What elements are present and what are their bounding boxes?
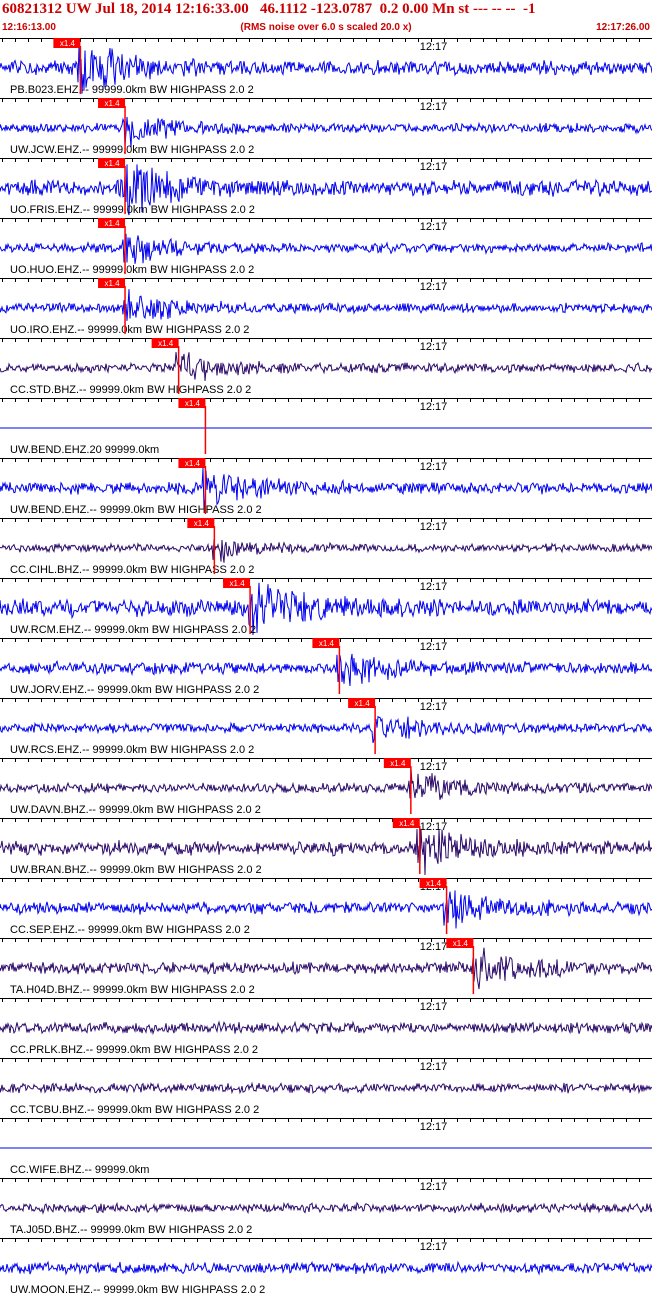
- pick-label: x1.4: [426, 879, 442, 888]
- trace-row: 12:17 CC.TCBU.BHZ.-- 99999.0km BW HIGHPAS…: [0, 1058, 652, 1116]
- pick-label: x1.4: [185, 459, 201, 468]
- trace-label: UW.MOON.EHZ.-- 99999.0km BW HIGHPASS 2.0…: [10, 1284, 265, 1296]
- waveform: [0, 116, 652, 148]
- waveform: [0, 352, 652, 381]
- time-mark-label: 12:17: [420, 461, 448, 473]
- time-mark-label: 12:17: [420, 401, 448, 413]
- end-time: 12:17:26.00: [596, 22, 650, 33]
- pick-label: x1.4: [390, 759, 406, 768]
- waveform: [0, 1081, 652, 1095]
- trace-row: 12:17 UW.BEND.EHZ.-- 99999.0km BW HIGHPAS…: [0, 458, 652, 516]
- pick-label: x1.4: [185, 399, 201, 408]
- pick-label: x1.4: [453, 939, 469, 948]
- time-mark-label: 12:17: [420, 641, 448, 653]
- pick-label: x1.4: [399, 819, 415, 828]
- plot-header: 60821312 UW Jul 18, 2014 12:16:33.00 46.…: [0, 0, 652, 38]
- pick-label: x1.4: [104, 279, 120, 288]
- trace-row: 12:17 CC.CIHL.BHZ.-- 99999.0km BW HIGHPAS…: [0, 518, 652, 576]
- trace-row: 12:17 UW.JCW.EHZ.-- 99999.0km BW HIGHPASS…: [0, 98, 652, 156]
- time-mark-label: 12:17: [420, 161, 448, 173]
- waveform: [0, 233, 652, 264]
- trace-label: UW.BEND.EHZ.-- 99999.0km BW HIGHPASS 2.0…: [10, 504, 262, 516]
- trace-row: 12:17 CC.STD.BHZ.-- 99999.0km BW HIGHPASS…: [0, 338, 652, 396]
- trace-label: UW.BRAN.BHZ.-- 99999.0km BW HIGHPASS 2.0…: [10, 864, 262, 876]
- waveform: [0, 1260, 652, 1276]
- trace-row: 12:17 CC.WIFE.BHZ.-- 99999.0km: [0, 1118, 652, 1176]
- waveform: [0, 1201, 652, 1215]
- waveform: [0, 653, 652, 687]
- pick-label: x1.4: [60, 39, 76, 48]
- time-mark-label: 12:17: [420, 101, 448, 113]
- trace-label: UW.JCW.EHZ.-- 99999.0km BW HIGHPASS 2.0 …: [10, 144, 254, 156]
- trace-row: 12:17 TA.J05D.BHZ.-- 99999.0km BW HIGHPAS…: [0, 1178, 652, 1236]
- trace-label: UW.DAVN.BHZ.-- 99999.0km BW HIGHPASS 2.0…: [10, 804, 261, 816]
- waveform: [0, 1020, 652, 1036]
- waveform: [0, 715, 652, 744]
- waveform: [0, 467, 652, 509]
- waveform: [0, 890, 652, 929]
- trace-row: 12:17 UO.HUO.EHZ.-- 99999.0km BW HIGHPASS…: [0, 218, 652, 276]
- trace-label: PB.B023.EHZ.-- 99999.0km BW HIGHPASS 2.0…: [10, 84, 254, 96]
- seismogram-panel: 12:17 PB.B023.EHZ.-- 99999.0km BW HIGHPAS…: [0, 38, 652, 1296]
- trace-label: CC.STD.BHZ.-- 99999.0km BW HIGHPASS 2.0 …: [10, 384, 251, 396]
- time-mark-label: 12:17: [420, 1241, 448, 1253]
- trace-row: 12:17 UW.DAVN.BHZ.-- 99999.0km BW HIGHPAS…: [0, 758, 652, 816]
- time-mark-label: 12:17: [420, 1181, 448, 1193]
- trace-label: CC.CIHL.BHZ.-- 99999.0km BW HIGHPASS 2.0…: [10, 564, 254, 576]
- trace-label: UO.FRIS.EHZ.-- 99999.0km BW HIGHPASS 2.0…: [10, 204, 255, 216]
- trace-row: 12:17 UO.FRIS.EHZ.-- 99999.0km BW HIGHPAS…: [0, 158, 652, 216]
- pick-label: x1.4: [104, 219, 120, 228]
- time-mark-label: 12:17: [420, 41, 448, 53]
- trace-label: CC.SEP.EHZ.-- 99999.0km BW HIGHPASS 2.0 …: [10, 924, 250, 936]
- time-mark-label: 12:17: [420, 761, 448, 773]
- trace-label: UW.RCM.EHZ.-- 99999.0km BW HIGHPASS 2.0 …: [10, 624, 256, 636]
- trace-row: 12:17 UW.BRAN.BHZ.-- 99999.0km BW HIGHPAS…: [0, 818, 652, 876]
- pick-label: x1.4: [230, 579, 246, 588]
- waveform: [0, 947, 652, 990]
- trace-label: UW.RCS.EHZ.-- 99999.0km BW HIGHPASS 2.0 …: [10, 744, 254, 756]
- time-mark-label: 12:17: [420, 581, 448, 593]
- trace-label: UO.IRO.EHZ.-- 99999.0km BW HIGHPASS 2.0 …: [10, 324, 249, 336]
- trace-row: 12:17 CC.PRLK.BHZ.-- 99999.0km BW HIGHPAS…: [0, 998, 652, 1056]
- time-mark-label: 12:17: [420, 281, 448, 293]
- time-mark-label: 12:17: [420, 1061, 448, 1073]
- pick-label: x1.4: [194, 519, 210, 528]
- time-mark-label: 12:17: [420, 701, 448, 713]
- time-mark-label: 12:17: [420, 341, 448, 353]
- trace-label: TA.H04D.BHZ.-- 99999.0km BW HIGHPASS 2.0…: [10, 984, 255, 996]
- time-mark-label: 12:17: [420, 941, 448, 953]
- time-mark-label: 12:17: [420, 821, 448, 833]
- trace-label: UW.BEND.EHZ.20 99999.0km: [10, 444, 159, 456]
- pick-label: x1.4: [319, 639, 335, 648]
- pick-label: x1.4: [104, 99, 120, 108]
- trace-label: CC.WIFE.BHZ.-- 99999.0km: [10, 1164, 149, 1176]
- waveform: [0, 289, 652, 321]
- waveform: [0, 767, 652, 800]
- waveform: [0, 539, 652, 563]
- trace-label: UO.HUO.EHZ.-- 99999.0km BW HIGHPASS 2.0 …: [10, 264, 254, 276]
- trace-row: 12:17 PB.B023.EHZ.-- 99999.0km BW HIGHPAS…: [0, 38, 652, 96]
- time-mark-label: 12:17: [420, 221, 448, 233]
- trace-row: 12:17 UW.RCM.EHZ.-- 99999.0km BW HIGHPASS…: [0, 578, 652, 636]
- time-mark-label: 12:17: [420, 1121, 448, 1133]
- trace-row: 12:17 UW.JORV.EHZ.-- 99999.0km BW HIGHPAS…: [0, 638, 652, 696]
- time-mark-label: 12:17: [420, 1001, 448, 1013]
- trace-row: 12:17CC.SEP.EHZ.-- 99999.0km BW HIGHPASS…: [0, 878, 652, 936]
- trace-row: 12:17 TA.H04D.BHZ.-- 99999.0km BW HIGHPAS…: [0, 938, 652, 996]
- trace-label: UW.JORV.EHZ.-- 99999.0km BW HIGHPASS 2.0…: [10, 684, 259, 696]
- time-mark-label: 12:17: [420, 521, 448, 533]
- trace-label: TA.J05D.BHZ.-- 99999.0km BW HIGHPASS 2.0…: [10, 1224, 252, 1236]
- pick-label: x1.4: [158, 339, 174, 348]
- trace-label: CC.TCBU.BHZ.-- 99999.0km BW HIGHPASS 2.0…: [10, 1104, 259, 1116]
- trace-row: 12:17 UO.IRO.EHZ.-- 99999.0km BW HIGHPASS…: [0, 278, 652, 336]
- event-title: 60821312 UW Jul 18, 2014 12:16:33.00 46.…: [2, 1, 536, 17]
- pick-label: x1.4: [104, 159, 120, 168]
- trace-row: 12:17 UW.RCS.EHZ.-- 99999.0km BW HIGHPASS…: [0, 698, 652, 756]
- scale-note: (RMS noise over 6.0 s scaled 20.0 x): [240, 22, 412, 33]
- trace-row: 12:17 UW.MOON.EHZ.-- 99999.0km BW HIGHPAS…: [0, 1238, 652, 1296]
- trace-label: CC.PRLK.BHZ.-- 99999.0km BW HIGHPASS 2.0…: [10, 1044, 258, 1056]
- pick-label: x1.4: [355, 699, 371, 708]
- trace-row: 12:17 UW.BEND.EHZ.20 99999.0km x1.4: [0, 398, 652, 456]
